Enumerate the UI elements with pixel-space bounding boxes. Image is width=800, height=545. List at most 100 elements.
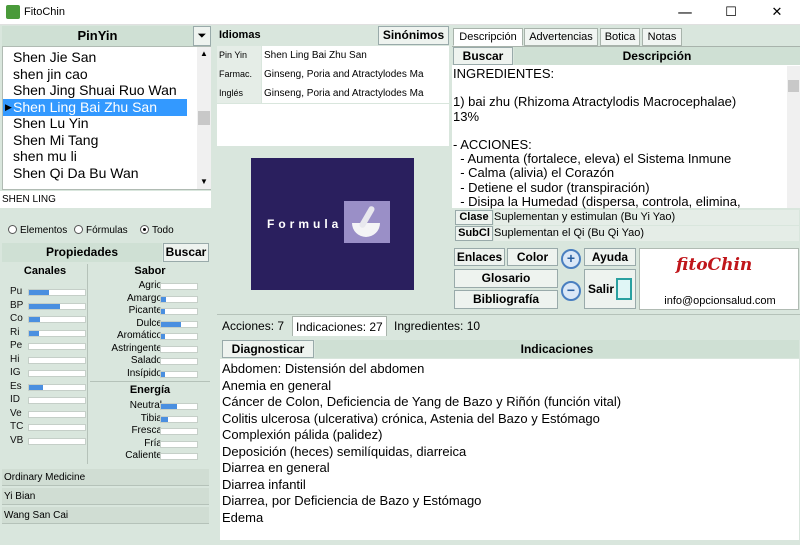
radio-dot-icon[interactable] — [8, 225, 17, 234]
maximize-button[interactable]: ☐ — [708, 0, 754, 25]
indicacion-item[interactable]: Edema — [222, 510, 263, 526]
synonym-row[interactable]: Pin Yin Shen Ling Bai Zhu San — [217, 46, 449, 65]
filter-icon[interactable]: ⏷ — [193, 26, 211, 46]
minimize-button[interactable]: — — [662, 0, 708, 25]
synonym-row[interactable]: Farmac. Ginseng, Poria and Atractylodes M… — [217, 65, 449, 84]
canal-row: Pu — [0, 286, 86, 299]
salir-button[interactable]: Salir — [584, 269, 636, 309]
canal-label: Ve — [10, 407, 22, 419]
subclase-label[interactable]: SubCl — [455, 226, 493, 241]
indicacion-item[interactable]: Anemia en general — [222, 378, 331, 394]
related-item[interactable]: Ordinary Medicine — [2, 469, 209, 486]
description-scrollbar[interactable] — [787, 66, 800, 208]
synonym-row[interactable]: Inglés Ginseng, Poria and Atractylodes Ma — [217, 84, 449, 103]
indicacion-item[interactable]: Cáncer de Colon, Deficiencia de Yang de … — [222, 394, 621, 410]
synonym-value[interactable]: Ginseng, Poria and Atractylodes Ma — [262, 84, 449, 103]
description-line: - Disipa la Humedad (dispersa, controla,… — [453, 193, 741, 209]
close-button[interactable]: ✕ — [754, 0, 800, 25]
canal-bar-fill — [29, 384, 43, 390]
bottom-tab-1[interactable]: Acciones: 7 — [219, 316, 287, 336]
clase-value: Suplementan y estimulan (Bu Yi Yao) — [494, 210, 799, 225]
clase-label[interactable]: Clase — [455, 210, 493, 225]
zoom-in-icon[interactable]: + — [561, 249, 581, 269]
pinyin-list-item[interactable]: Shen Qi Da Bu Wan — [3, 165, 196, 182]
canal-row: Ve — [0, 408, 86, 421]
pinyin-list-item[interactable]: Shen Jie San — [3, 49, 196, 66]
search-input[interactable]: SHEN LING — [0, 191, 211, 208]
bibliografia-button[interactable]: Bibliografía — [454, 290, 558, 309]
ayuda-button[interactable]: Ayuda — [584, 248, 636, 266]
indicacion-item[interactable]: Abdomen: Distensión del abdomen — [222, 361, 424, 377]
indicacion-item[interactable]: Diarrea en general — [222, 460, 330, 476]
sabor-bar — [160, 358, 198, 365]
radio-label: Todo — [152, 225, 174, 236]
color-button[interactable]: Color — [507, 248, 558, 266]
description-line: - Detiene el sudor (transpiración) — [453, 179, 650, 195]
radio-dot-icon[interactable] — [74, 225, 83, 234]
description-line: - ACCIONES: — [453, 137, 532, 152]
sabor-bar — [160, 320, 198, 328]
logo-box: fitoChin info@opcionsalud.com — [639, 248, 799, 310]
scrollbar-thumb[interactable] — [198, 111, 210, 125]
diagnosticar-button[interactable]: Diagnosticar — [222, 340, 314, 358]
pinyin-list-item[interactable]: Shen Jing Shuai Ruo Wan — [3, 82, 196, 99]
scroll-up-icon[interactable]: ▲ — [200, 49, 208, 58]
pinyin-list-item[interactable]: shen jin cao — [3, 66, 196, 83]
bottom-tab-3[interactable]: Ingredientes: 10 — [391, 316, 483, 336]
canal-bar — [28, 424, 86, 431]
indicacion-item[interactable]: Diarrea infantil — [222, 477, 306, 493]
list-scrollbar[interactable]: ▲ ▼ — [197, 47, 211, 189]
bottom-tab-2[interactable]: Indicaciones: 27 — [292, 316, 387, 336]
pinyin-header[interactable]: PinYin — [2, 26, 193, 46]
energia-bar-fill — [161, 416, 168, 422]
radio-dot-icon[interactable] — [140, 225, 149, 234]
pinyin-list-item[interactable]: shen mu li — [3, 148, 196, 165]
sabor-row: Aromático — [90, 330, 210, 342]
sabor-row: Salado — [90, 355, 210, 367]
indicacion-item[interactable]: Colitis ulcerosa (ulcerativa) crónica, A… — [222, 411, 600, 427]
tab-4[interactable]: Notas — [642, 28, 682, 46]
sabor-bar — [160, 333, 198, 340]
sabor-row: Picante — [90, 305, 210, 317]
tab-2[interactable]: Advertencias — [524, 28, 598, 46]
sabor-bar-fill — [161, 334, 165, 339]
description-line: - Aumenta (fortalece, eleva) el Sistema … — [453, 151, 732, 167]
pinyin-list-item[interactable]: Shen Lu Yin — [3, 115, 196, 132]
synonym-value[interactable]: Shen Ling Bai Zhu San — [262, 46, 449, 65]
radio-3[interactable]: Todo — [140, 225, 174, 236]
glosario-button[interactable]: Glosario — [454, 269, 558, 288]
related-item[interactable]: Wang San Cai — [2, 507, 209, 524]
tab-3[interactable]: Botica — [600, 28, 640, 46]
sabor-bar-fill — [161, 296, 166, 302]
indicacion-item[interactable]: Diarrea, por Deficiencia de Bazo y Estóm… — [222, 493, 481, 509]
energia-row: Neutral — [90, 400, 210, 412]
sinonimos-button[interactable]: Sinónimos — [378, 26, 449, 45]
enlaces-button[interactable]: Enlaces — [454, 248, 505, 266]
pinyin-list-item[interactable]: Shen Mi Tang — [3, 132, 196, 149]
pinyin-list-item[interactable]: Shen Ling Bai Zhu San — [3, 98, 187, 116]
buscar-propiedades-button[interactable]: Buscar — [163, 243, 209, 262]
canal-bar-fill — [29, 303, 60, 309]
canal-label: TC — [10, 421, 24, 432]
canal-label: Hi — [10, 353, 20, 365]
sabor-row: Agrio — [90, 280, 210, 292]
canal-label: Pu — [10, 286, 23, 297]
scroll-down-icon[interactable]: ▼ — [200, 177, 208, 186]
buscar-descripcion-button[interactable]: Buscar — [453, 47, 513, 65]
energia-row: Tibia — [90, 413, 210, 425]
formula-image: Formula — [251, 158, 414, 290]
energia-bar — [160, 453, 198, 460]
sabor-label: Insípido — [126, 367, 162, 379]
sabor-title: Sabor — [134, 265, 166, 277]
radio-2[interactable]: Fórmulas — [74, 225, 128, 236]
indicacion-item[interactable]: Complexión pálida (palidez) — [222, 427, 382, 443]
synonym-value[interactable]: Ginseng, Poria and Atractylodes Ma — [262, 65, 449, 84]
tab-1[interactable]: Descripción — [453, 28, 523, 46]
pinyin-list[interactable]: Shen Jie San shen jin cao Shen Jing Shuai … — [2, 46, 211, 190]
canal-bar-fill — [29, 317, 40, 322]
related-item[interactable]: Yi Bian — [2, 488, 209, 505]
zoom-out-icon[interactable]: − — [561, 281, 581, 301]
indicacion-item[interactable]: Deposición (heces) semilíquidas, diarrei… — [222, 444, 466, 460]
radio-1[interactable]: Elementos — [8, 225, 67, 236]
canal-bar — [28, 383, 86, 391]
